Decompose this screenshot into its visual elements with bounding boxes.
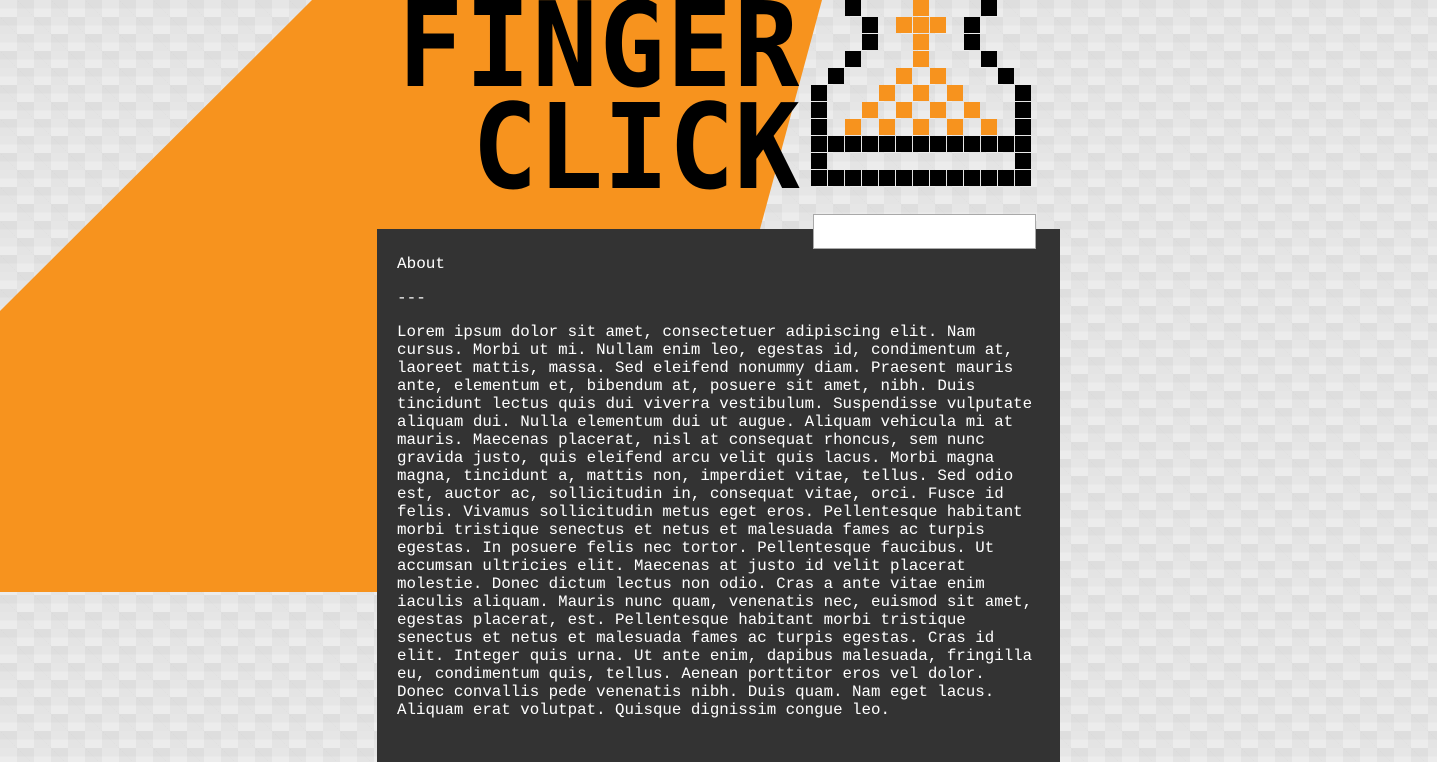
title-divider: --- (397, 289, 426, 307)
hourglass-icon (811, 0, 1031, 186)
content-panel: About --- Lorem ipsum dolor sit amet, co… (377, 229, 1060, 762)
logo-text-line2: CLICK (472, 78, 800, 192)
search-input[interactable] (813, 214, 1036, 249)
body-text: Lorem ipsum dolor sit amet, consectetuer… (397, 323, 1033, 719)
page-title: About (397, 255, 446, 273)
logo-wordmark: FINGER CLICK (398, 0, 800, 192)
site-logo[interactable]: FINGER CLICK (398, 0, 1038, 192)
